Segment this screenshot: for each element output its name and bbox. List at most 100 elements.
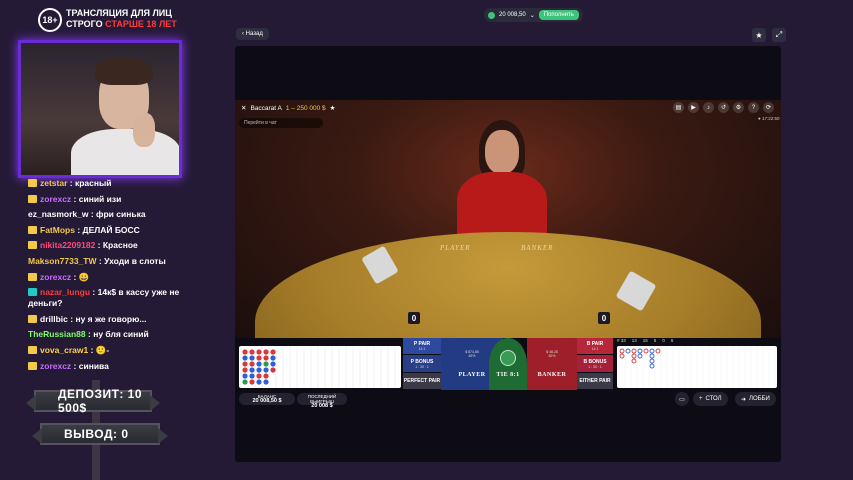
bead-marker: [256, 361, 262, 367]
chat-message: zorexcz : 😀: [28, 272, 180, 283]
big-road: [617, 346, 777, 388]
star-icon[interactable]: ★: [752, 28, 766, 42]
plus-icon: +: [699, 396, 703, 402]
refresh-icon[interactable]: ⟳: [763, 102, 774, 113]
streamer-hand: [133, 113, 155, 147]
chat-bubble-icon: ▭: [679, 396, 685, 403]
betting-area: P PAIR 11:1 P BONUS 1 : 30 : 1 PERFECT P…: [403, 334, 613, 390]
chat-text: 🙂-: [95, 344, 110, 355]
sound-icon[interactable]: ♪: [703, 102, 714, 113]
chat-username[interactable]: zorexcz: [40, 272, 71, 282]
lobby-button[interactable]: ➜ ЛОББИ: [735, 392, 776, 406]
chevron-down-icon[interactable]: ⌄: [530, 12, 535, 19]
chat-message: Makson7733_TW : Уходи в слоты: [28, 256, 180, 267]
big-road-marker: [637, 353, 643, 359]
back-button[interactable]: ‹ Назад: [236, 28, 269, 40]
bead-marker: [263, 349, 269, 355]
video-icon[interactable]: ▶: [688, 102, 699, 113]
site-balance-widget[interactable]: 20 008,50 ⌄ Пополнить: [484, 8, 583, 22]
chat-message: vova_craw1 : 🙂-: [28, 345, 180, 356]
chat-username[interactable]: zorexcz: [40, 194, 71, 204]
chat-username[interactable]: vova_craw1: [40, 345, 88, 355]
user-badge-icon: [28, 272, 37, 281]
player-score: 0: [408, 312, 420, 324]
chat-username[interactable]: drillbic: [40, 314, 68, 324]
bead-marker: [270, 361, 276, 367]
chat-separator: :: [90, 287, 98, 298]
bead-marker: [249, 361, 255, 367]
bead-road: [239, 346, 401, 388]
bead-marker: [263, 379, 269, 385]
either-pair-bet[interactable]: EITHER PAIR: [577, 373, 613, 389]
chat-text: ДЕЛАЙ БОСС: [82, 224, 140, 235]
chat-message: FatMops : ДЕЛАЙ БОСС: [28, 225, 180, 236]
back-button-label: Назад: [245, 31, 263, 37]
chat-separator: :: [95, 240, 103, 251]
chat-username[interactable]: zetstar: [40, 178, 67, 188]
tie-label: TIE 8:1: [496, 372, 520, 378]
deposit-sign: ДЕПОЗИТ: 10 500$: [26, 387, 160, 415]
expand-icon[interactable]: ⤢: [772, 28, 786, 42]
deposit-button[interactable]: Пополнить: [538, 10, 579, 20]
p-pair-bet[interactable]: P PAIR 11:1: [403, 338, 441, 354]
age-restriction-badge: 18+: [38, 8, 62, 32]
close-icon[interactable]: ✕: [241, 104, 246, 112]
arrow-icon: ➜: [741, 396, 747, 403]
bead-marker: [256, 355, 262, 361]
bead-marker: [242, 361, 248, 367]
b-pair-bet[interactable]: B PAIR 11:1: [577, 338, 613, 354]
game-window: PLAYER BANKER ✕ Baccarat A 1 – 250 000 $…: [235, 46, 781, 462]
big-road-grid: [618, 346, 776, 388]
settings-icon[interactable]: ⚙: [733, 102, 744, 113]
star-icon[interactable]: ★: [330, 104, 336, 112]
help-icon[interactable]: ?: [748, 102, 759, 113]
bead-marker: [249, 349, 255, 355]
site-balance-value: 20 008,50: [499, 12, 526, 18]
history-icon[interactable]: ↺: [718, 102, 729, 113]
road-stat: # 33: [617, 338, 626, 343]
banker-label: BANKER: [537, 372, 567, 378]
big-road-marker: [655, 348, 661, 354]
banker-percent: 52%: [548, 354, 556, 358]
bead-marker: [256, 367, 262, 373]
table-player-label: PLAYER: [440, 244, 471, 252]
big-road-marker: [631, 348, 637, 354]
bead-road-grid: [240, 346, 396, 388]
chat-username[interactable]: zorexcz: [40, 361, 71, 371]
chat-username[interactable]: nazar_lungu: [40, 287, 90, 297]
dealer-head: [485, 130, 519, 174]
tie-bet[interactable]: TIE 8:1: [489, 338, 527, 390]
age-warning-line2a: СТРОГО: [66, 19, 103, 29]
chat-input[interactable]: Перейти в чат: [239, 118, 323, 128]
chat-username[interactable]: TheRussian88: [28, 329, 86, 339]
user-badge-icon: [28, 241, 37, 250]
table-banker-label: BANKER: [521, 244, 554, 252]
chat-username[interactable]: nikita2209182: [40, 240, 95, 250]
banker-bet[interactable]: $ 48,28 52% BANKER: [527, 338, 577, 390]
user-badge-icon: [28, 361, 37, 370]
streamer-hair: [95, 57, 153, 85]
room-background: [235, 410, 781, 462]
bead-marker: [249, 367, 255, 373]
chat-username[interactable]: ez_nasmork_w: [28, 209, 88, 219]
chat-message: zorexcz : синий изи: [28, 194, 180, 205]
baccarat-table: [255, 232, 761, 338]
perfect-pair-bet[interactable]: PERFECT PAIR: [403, 373, 441, 389]
table-button[interactable]: + СТОЛ: [693, 392, 728, 406]
bead-marker: [256, 373, 262, 379]
bead-marker: [249, 379, 255, 385]
p-bonus-bet[interactable]: P BONUS 1 : 30 : 1: [403, 355, 441, 372]
chat-username[interactable]: Makson7733_TW: [28, 256, 97, 266]
chat-toggle-button[interactable]: ▭: [675, 392, 689, 406]
streamer-body: [71, 129, 179, 175]
chat-username[interactable]: FatMops: [40, 225, 75, 235]
chat-icon[interactable]: ▤: [673, 102, 684, 113]
chat-text: ну я же говорю...: [75, 313, 147, 324]
last-win-value: 20 008 $: [311, 403, 333, 409]
game-balance-value: 20 008,50 $: [252, 398, 282, 404]
chat-text: красный: [74, 178, 112, 188]
perfect-pair-label: PERFECT PAIR: [403, 378, 441, 384]
b-bonus-bet[interactable]: B BONUS 1 : 30 : 1: [577, 355, 613, 372]
bead-marker: [249, 373, 255, 379]
chat-text: синива: [78, 360, 109, 371]
